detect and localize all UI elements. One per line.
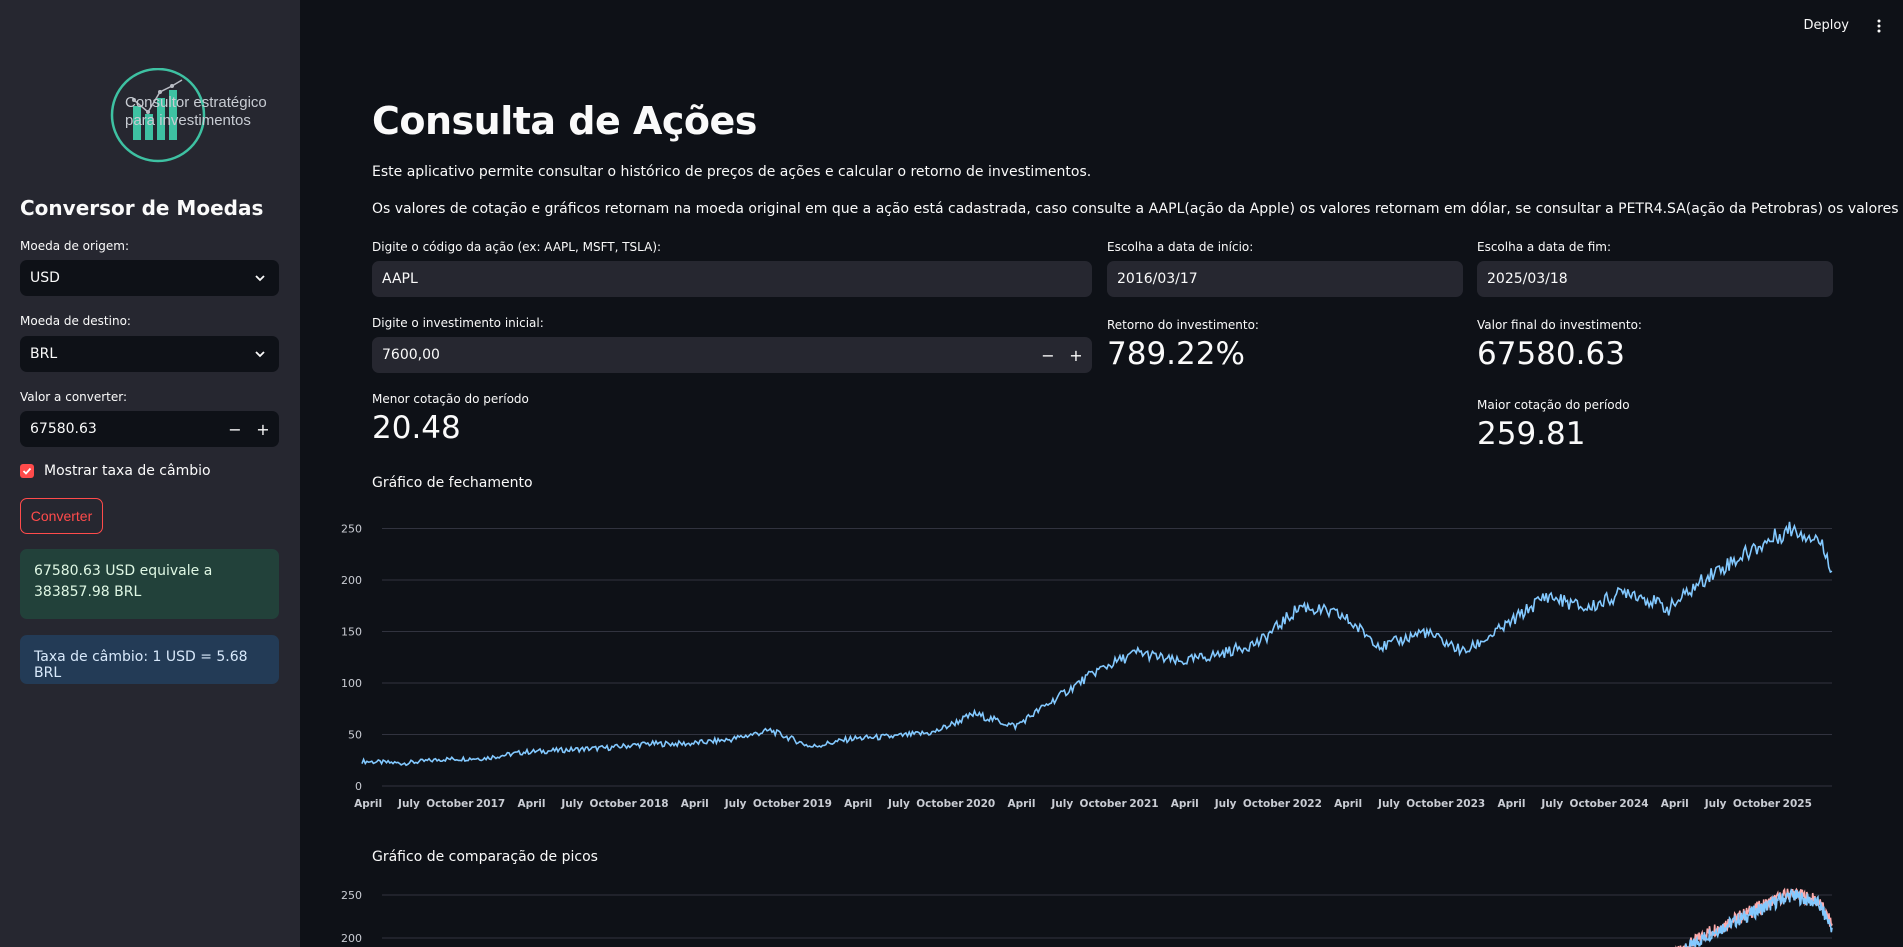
return-label: Retorno do investimento: [1107,318,1259,332]
more-menu-icon[interactable] [1877,18,1881,34]
peaks-comparison-chart[interactable]: 200 250 [320,880,1840,947]
chevron-down-icon [255,351,265,358]
x-tick-label: July [397,798,420,810]
deploy-button[interactable]: Deploy [1803,18,1849,33]
min-price-label: Menor cotação do período [372,392,529,406]
page-title: Consulta de Ações [372,99,757,143]
x-tick-label: 2017 [476,798,505,810]
chevron-down-icon [255,275,265,282]
x-tick-label: April [1007,798,1035,810]
end-date-input[interactable]: 2025/03/18 [1477,261,1833,297]
x-tick-label: April [1171,798,1199,810]
x-tick-label: October [590,798,638,810]
x-tick-label: April [354,798,382,810]
x-tick-label: July [887,798,910,810]
x-tick-label: October [1243,798,1291,810]
dest-currency-label: Moeda de destino: [20,314,131,328]
x-tick-label: 2020 [966,798,995,810]
investment-input[interactable]: 7600,00 − + [372,337,1092,373]
closing-price-chart[interactable]: 050100150200250April July October 2017 April… [320,505,1840,815]
x-tick-label: April [1334,798,1362,810]
closing-price-line [361,521,1833,767]
origin-currency-select[interactable]: USD [20,260,279,296]
investment-value: 7600,00 [382,347,440,363]
max-price-value: 259.81 [1477,416,1586,452]
investment-decrement-button[interactable]: − [1034,337,1062,373]
closing-chart-title: Gráfico de fechamento [372,475,533,491]
x-tick-label: April [844,798,872,810]
x-tick-label: 2019 [803,798,832,810]
x-tick-label: April [1661,798,1689,810]
checkbox-checked-icon[interactable] [20,464,34,478]
x-tick-label: July [1377,798,1400,810]
x-tick-label: July [1540,798,1563,810]
x-tick-label: October [1406,798,1454,810]
y-tick-label: 50 [348,728,362,741]
investment-label: Digite o investimento inicial: [372,316,544,330]
x-tick-label: July [1214,798,1237,810]
amount-value: 67580.63 [30,421,97,437]
conversion-result: 67580.63 USD equivale a 383857.98 BRL [20,549,279,619]
x-tick-label: 2025 [1783,798,1812,810]
x-tick-label: July [1050,798,1073,810]
origin-currency-label: Moeda de origem: [20,239,130,253]
y-tick-label: 100 [341,677,362,690]
x-tick-label: 2023 [1456,798,1485,810]
x-tick-label: April [517,798,545,810]
x-tick-label: October [1570,798,1618,810]
start-date-value: 2016/03/17 [1117,271,1198,287]
ticker-value: AAPL [382,271,418,287]
convert-button[interactable]: Converter [20,498,103,534]
dest-currency-value: BRL [30,346,58,362]
origin-currency-value: USD [30,270,60,286]
x-tick-label: October [426,798,474,810]
max-price-label: Maior cotação do período [1477,398,1630,412]
investment-increment-button[interactable]: + [1062,337,1090,373]
x-tick-label: 2021 [1129,798,1158,810]
intro-text: Este aplicativo permite consultar o hist… [372,164,1092,180]
y-tick-label: 250 [341,889,362,902]
x-tick-label: 2022 [1293,798,1322,810]
x-tick-label: October [1733,798,1781,810]
y-tick-label: 250 [341,522,362,535]
return-value: 789.22% [1107,336,1245,372]
dest-currency-select[interactable]: BRL [20,336,279,372]
decrement-button[interactable]: − [221,411,249,447]
min-price-value: 20.48 [372,410,461,446]
y-tick-label: 150 [341,625,362,638]
x-tick-label: 2024 [1619,798,1648,810]
x-tick-label: April [1497,798,1525,810]
y-tick-label: 0 [355,780,362,793]
show-rate-label: Mostrar taxa de câmbio [44,463,211,479]
final-value: 67580.63 [1477,336,1625,372]
sidebar: Consultor estratégico para investimentos… [0,0,300,947]
peaks-chart-title: Gráfico de comparação de picos [372,849,598,865]
logo-text: Consultor estratégico para investimentos [125,94,267,129]
x-tick-label: October [753,798,801,810]
x-tick-label: April [681,798,709,810]
ticker-label: Digite o código da ação (ex: AAPL, MSFT,… [372,240,662,254]
start-date-label: Escolha a data de início: [1107,240,1254,254]
end-date-label: Escolha a data de fim: [1477,240,1611,254]
x-tick-label: October [916,798,964,810]
end-date-value: 2025/03/18 [1487,271,1568,287]
currency-note: Os valores de cotação e gráficos retorna… [372,201,1903,217]
amount-input[interactable]: 67580.63 − + [20,411,279,447]
x-tick-label: October [1080,798,1128,810]
y-tick-label: 200 [341,932,362,945]
x-tick-label: July [724,798,747,810]
x-tick-label: July [1704,798,1727,810]
x-tick-label: 2018 [639,798,668,810]
main-content: Deploy Consulta de Ações Este aplicativo… [300,0,1903,947]
x-tick-label: July [560,798,583,810]
sidebar-title: Conversor de Moedas [20,196,264,220]
exchange-rate-info: Taxa de câmbio: 1 USD = 5.68 BRL [20,635,279,684]
show-rate-checkbox[interactable]: Mostrar taxa de câmbio [20,463,211,479]
ticker-input[interactable]: AAPL [372,261,1092,297]
y-tick-label: 200 [341,574,362,587]
start-date-input[interactable]: 2016/03/17 [1107,261,1463,297]
increment-button[interactable]: + [249,411,277,447]
amount-label: Valor a converter: [20,390,128,404]
final-value-label: Valor final do investimento: [1477,318,1642,332]
